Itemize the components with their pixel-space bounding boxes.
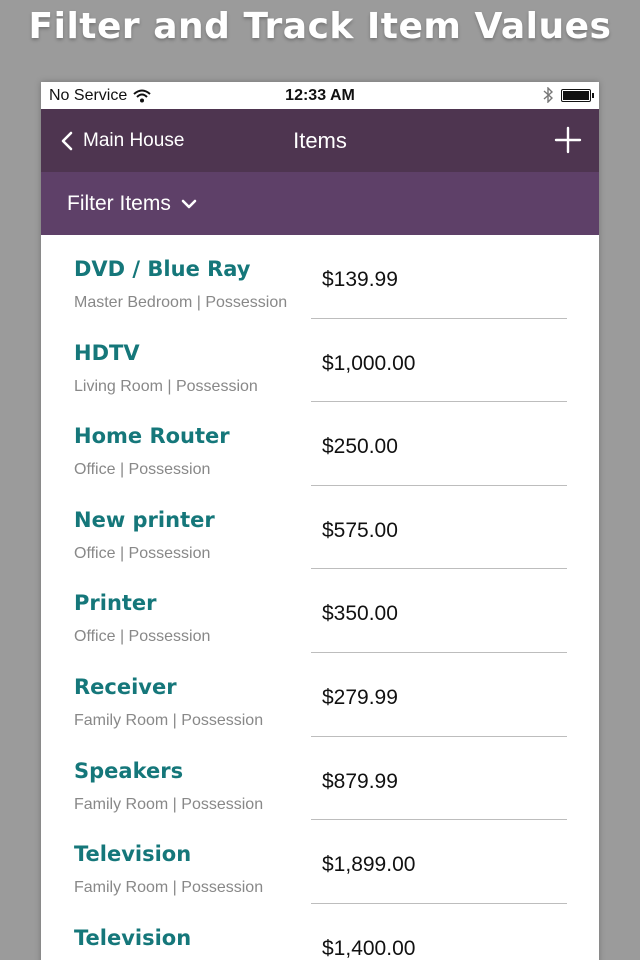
item-name: Television (74, 842, 192, 867)
item-name: Receiver (74, 674, 177, 699)
item-value: $1,400.00 (322, 936, 416, 960)
list-item[interactable]: Speakers Family Room | Possession $879.9… (41, 737, 599, 821)
item-meta: Master Bedroom | Possession (74, 294, 288, 311)
item-name: New printer (74, 507, 215, 532)
list-item[interactable]: New printer Office | Possession $575.00 (41, 486, 599, 570)
promo-headline: Filter and Track Item Values (28, 6, 612, 47)
item-value: $1,899.00 (322, 853, 416, 877)
phone-screen: No Service 12:33 AM Main House Items Fil… (41, 82, 599, 960)
battery-icon (561, 88, 594, 102)
item-value: $879.99 (322, 769, 398, 793)
item-name: DVD / Blue Ray (74, 257, 251, 281)
item-value: $279.99 (322, 685, 398, 709)
item-meta: Living Room | Possession (74, 377, 258, 395)
filter-items-button[interactable]: Filter Items (41, 172, 599, 235)
back-button[interactable]: Main House (61, 109, 184, 172)
list-item[interactable]: Television $1,400.00 (41, 904, 599, 960)
list-item[interactable]: Television Family Room | Possession $1,8… (41, 820, 599, 904)
status-time: 12:33 AM (285, 87, 355, 104)
item-name: Speakers (74, 758, 184, 783)
status-bar: No Service 12:33 AM (41, 82, 599, 109)
status-right (543, 87, 594, 103)
item-list: DVD / Blue Ray Master Bedroom | Possessi… (41, 235, 599, 960)
nav-bar: Main House Items (41, 109, 599, 172)
item-meta: Office | Possession (74, 461, 211, 479)
plus-icon[interactable] (553, 125, 583, 155)
item-value: $250.00 (322, 435, 398, 459)
item-meta: Office | Possession (74, 628, 211, 646)
item-meta: Family Room | Possession (74, 711, 264, 729)
item-value: $1,000.00 (322, 351, 416, 375)
back-button-label: Main House (83, 129, 185, 151)
list-item[interactable]: HDTV Living Room | Possession $1,000.00 (41, 319, 599, 403)
item-name: HDTV (74, 340, 140, 365)
filter-label: Filter Items (67, 191, 171, 215)
item-name: Printer (74, 591, 157, 616)
item-value: $139.99 (322, 268, 398, 291)
chevron-down-icon (181, 199, 197, 208)
item-name: Television (74, 925, 192, 950)
item-name: Home Router (74, 424, 230, 449)
item-value: $575.00 (322, 518, 398, 542)
list-item[interactable]: DVD / Blue Ray Master Bedroom | Possessi… (41, 235, 599, 319)
back-chevron-icon (61, 131, 73, 150)
list-item[interactable]: Printer Office | Possession $350.00 (41, 569, 599, 653)
item-meta: Family Room | Possession (74, 795, 264, 813)
item-meta: Family Room | Possession (74, 879, 264, 897)
list-item[interactable]: Home Router Office | Possession $250.00 (41, 402, 599, 486)
list-item[interactable]: Receiver Family Room | Possession $279.9… (41, 653, 599, 737)
bluetooth-icon (543, 87, 553, 103)
item-meta: Office | Possession (74, 544, 211, 562)
item-value: $350.00 (322, 602, 398, 626)
